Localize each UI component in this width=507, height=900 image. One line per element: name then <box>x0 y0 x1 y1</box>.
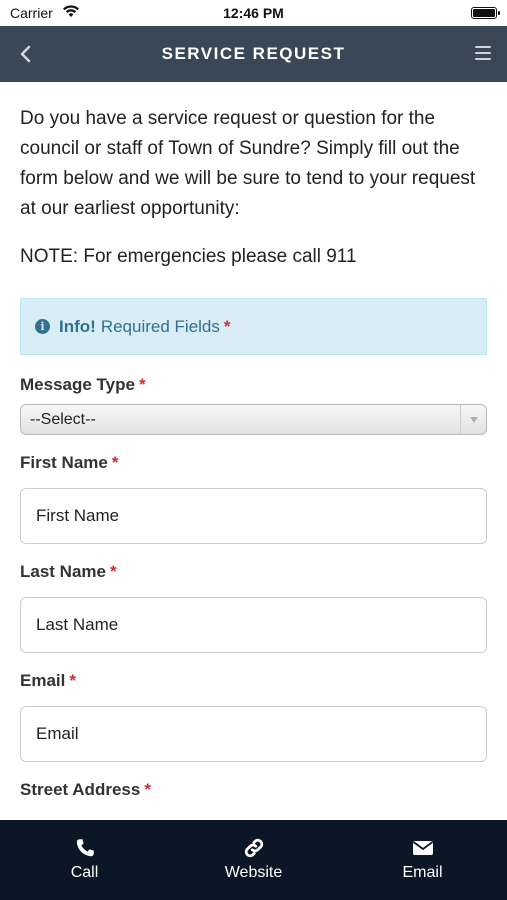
info-alert: i Info! Required Fields * <box>20 298 487 355</box>
info-label: Info! <box>59 316 96 336</box>
email-input[interactable]: Email <box>20 706 487 762</box>
message-type-label: Message Type * <box>20 375 146 394</box>
required-asterisk: * <box>223 316 231 336</box>
last-name-label: Last Name * <box>20 562 117 581</box>
first-name-label: First Name * <box>20 453 119 472</box>
form-content: Do you have a service request or questio… <box>0 82 507 820</box>
nav-bar: SERVICE REQUEST <box>0 26 507 82</box>
email-label: Email * <box>20 671 76 690</box>
message-type-value: --Select-- <box>30 411 96 428</box>
hamburger-menu-icon[interactable] <box>475 46 491 60</box>
website-tab-label: Website <box>224 864 283 881</box>
call-tab[interactable]: Call <box>0 820 169 900</box>
call-tab-label: Call <box>70 864 99 881</box>
street-address-label: Street Address * <box>20 780 151 799</box>
dropdown-arrow-icon <box>460 405 486 434</box>
message-type-select[interactable]: --Select-- <box>20 404 487 435</box>
email-tab-label: Email <box>402 864 443 881</box>
bottom-tab-bar: Call Website Email <box>0 820 507 900</box>
email-tab[interactable]: Email <box>338 820 507 900</box>
status-time: 12:46 PM <box>223 5 284 21</box>
phone-icon <box>76 839 94 857</box>
info-text: Required Fields <box>100 316 220 336</box>
emergency-note: NOTE: For emergencies please call 911 <box>20 246 357 267</box>
envelope-icon <box>412 841 433 855</box>
first-name-input[interactable]: First Name <box>20 488 487 544</box>
page-title: SERVICE REQUEST <box>161 44 346 63</box>
info-icon: i <box>35 319 50 334</box>
website-tab[interactable]: Website <box>169 820 338 900</box>
intro-text: Do you have a service request or questio… <box>20 108 476 219</box>
battery-icon <box>471 7 500 19</box>
last-name-input[interactable]: Last Name <box>20 597 487 653</box>
link-icon <box>244 838 263 858</box>
status-bar: Carrier 12:46 PM <box>0 0 507 26</box>
